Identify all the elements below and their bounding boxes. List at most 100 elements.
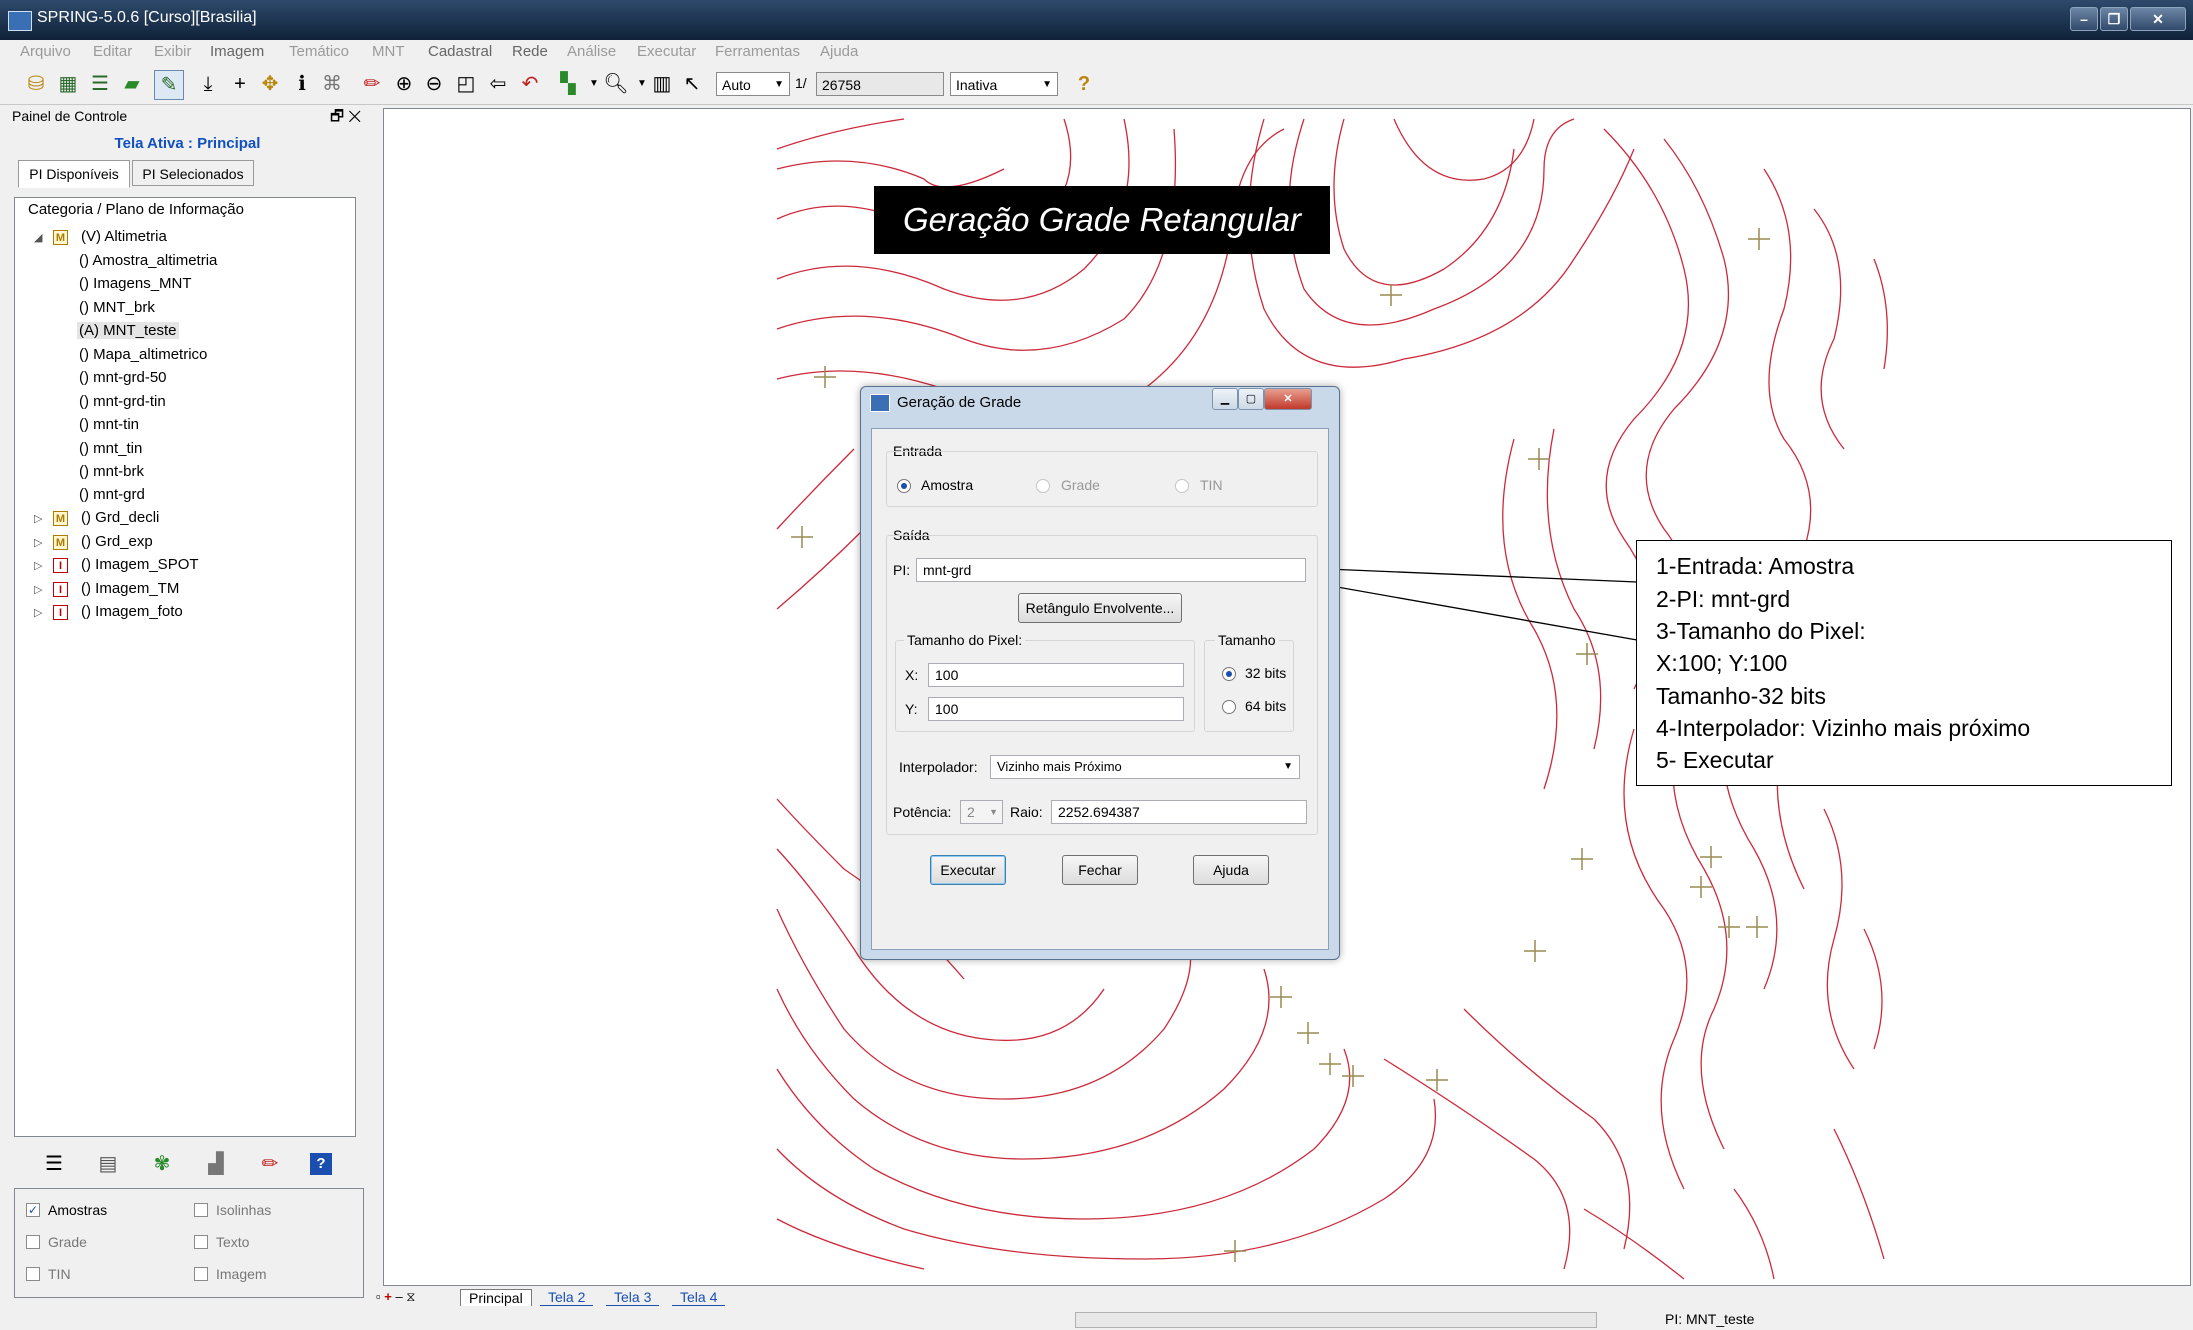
properties-icon[interactable]: ▤ xyxy=(94,1150,122,1178)
tree-item[interactable]: () MNT_brk xyxy=(79,299,155,316)
layers-icon[interactable]: ☰ xyxy=(86,70,114,98)
project-icon[interactable]: ▦ xyxy=(54,70,82,98)
collapsed-arrow-icon[interactable]: ▷ xyxy=(34,536,42,549)
help-button[interactable]: Ajuda xyxy=(1193,855,1269,885)
bounding-rectangle-button[interactable]: Retângulo Envolvente... xyxy=(1018,593,1182,623)
magnifier-icon[interactable]: 🔍︎ xyxy=(602,70,630,98)
expanded-arrow-icon[interactable]: ◢ xyxy=(34,231,42,244)
tree-item[interactable]: () mnt-brk xyxy=(79,463,144,480)
tree-item[interactable]: () mnt-grd-tin xyxy=(79,393,166,410)
select-cursor-icon[interactable]: ↖ xyxy=(678,70,706,98)
radio-grade[interactable] xyxy=(1036,479,1050,493)
checkbox-isolinhas[interactable] xyxy=(194,1203,208,1217)
status-select[interactable]: Inativa ▼ xyxy=(950,72,1058,96)
menu-cadastral[interactable]: Cadastral xyxy=(428,43,492,60)
draw-icon[interactable]: ✎ xyxy=(154,70,184,100)
tree-item-active[interactable]: (A) MNT_teste xyxy=(77,322,179,339)
zoom-out-icon[interactable]: ⊖ xyxy=(420,70,448,98)
tree-item[interactable]: () mnt-grd xyxy=(79,486,145,503)
close-button[interactable]: Fechar xyxy=(1062,855,1138,885)
tab-tela-3[interactable]: Tela 3 xyxy=(606,1289,660,1306)
menu-ajuda[interactable]: Ajuda xyxy=(820,43,858,60)
checkbox-texto[interactable] xyxy=(194,1235,208,1249)
radio-label: 64 bits xyxy=(1245,698,1287,714)
tab-tela-4[interactable]: Tela 4 xyxy=(672,1289,726,1306)
tag-icon[interactable]: ⌘ xyxy=(318,70,346,98)
menu-arquivo[interactable]: Arquivo xyxy=(20,43,71,60)
checkbox-tin[interactable] xyxy=(26,1267,40,1281)
menu-editar[interactable]: Editar xyxy=(93,43,132,60)
menu-rede[interactable]: Rede xyxy=(512,43,548,60)
interpolator-select[interactable]: Vizinho mais Próximo ▼ xyxy=(990,755,1300,779)
menu-imagem[interactable]: Imagem xyxy=(210,43,264,60)
execute-button[interactable]: Executar xyxy=(930,855,1006,885)
checkbox-imagem[interactable] xyxy=(194,1267,208,1281)
edit-icon[interactable]: ✏ xyxy=(256,1150,284,1178)
undo-icon[interactable]: ↶ xyxy=(516,70,544,98)
pixel-y-input[interactable]: 100 xyxy=(928,697,1184,721)
checkbox-amostras[interactable]: ✓ xyxy=(26,1203,40,1217)
database-icon[interactable]: ⛁ xyxy=(22,70,50,98)
pi-name-input[interactable]: mnt-grd xyxy=(916,558,1306,582)
menu-tematico[interactable]: Temático xyxy=(289,43,349,60)
minimize-icon[interactable]: – xyxy=(2070,7,2098,31)
tree-item[interactable]: () mnt-grd-50 xyxy=(79,369,167,386)
menu-exibir[interactable]: Exibir xyxy=(154,43,192,60)
grid-icon[interactable]: ▥ xyxy=(648,70,676,98)
pixel-x-input[interactable]: 100 xyxy=(928,663,1184,687)
screen-tab-controls-icon[interactable]: ▫ + – ⧖ xyxy=(376,1289,415,1305)
menu-executar[interactable]: Executar xyxy=(637,43,696,60)
radio-32-bits[interactable] xyxy=(1222,667,1236,681)
dialog-maximize-icon[interactable]: ▢ xyxy=(1238,388,1264,410)
radio-tin[interactable] xyxy=(1175,479,1189,493)
raio-label: Raio: xyxy=(1010,804,1043,820)
info-icon[interactable]: ℹ xyxy=(288,70,316,98)
tab-pi-disponiveis[interactable]: PI Disponíveis xyxy=(18,160,130,188)
potencia-select[interactable]: 2 ▼ xyxy=(960,800,1003,824)
restore-icon[interactable]: ❐ xyxy=(2100,7,2128,31)
pencil-icon[interactable]: ✏ xyxy=(358,70,386,98)
help-icon[interactable]: ? xyxy=(1070,70,1098,98)
checkbox-grade[interactable] xyxy=(26,1235,40,1249)
collapsed-arrow-icon[interactable]: ▷ xyxy=(34,606,42,619)
panel-float-close-icon[interactable]: 🗗 ✕ xyxy=(330,106,361,131)
dialog-title: Geração de Grade xyxy=(897,394,1022,411)
visual-icon[interactable]: ✾ xyxy=(148,1150,176,1178)
polygon-icon[interactable]: ▰ xyxy=(118,70,146,98)
status-select-value: Inativa xyxy=(956,77,998,93)
cursor-plus-icon[interactable]: + xyxy=(226,70,254,98)
tree-item[interactable]: () mnt_tin xyxy=(79,440,142,457)
radio-64-bits[interactable] xyxy=(1222,700,1236,714)
dialog-close-icon[interactable]: ✕ xyxy=(1264,388,1312,410)
tab-tela-2[interactable]: Tela 2 xyxy=(540,1289,594,1306)
tree-item[interactable]: () Amostra_altimetria xyxy=(79,252,217,269)
back-icon[interactable]: ⇦ xyxy=(484,70,512,98)
radio-amostra[interactable] xyxy=(897,479,911,493)
pan-icon[interactable]: ✥ xyxy=(256,70,284,98)
collapsed-arrow-icon[interactable]: ▷ xyxy=(34,512,42,525)
tree-item[interactable]: () mnt-tin xyxy=(79,416,139,433)
close-icon[interactable]: ✕ xyxy=(2130,7,2186,31)
chart-icon[interactable]: ▟ xyxy=(202,1150,230,1178)
menu-mnt[interactable]: MNT xyxy=(372,43,405,60)
x-label: X: xyxy=(905,667,919,683)
list-icon[interactable]: ☰ xyxy=(40,1150,68,1178)
sample-marker xyxy=(1224,1240,1246,1262)
scale-mode-select[interactable]: Auto ▼ xyxy=(716,72,790,96)
zoom-in-icon[interactable]: ⊕ xyxy=(390,70,418,98)
raio-input[interactable]: 2252.694387 xyxy=(1051,800,1307,824)
dialog-minimize-icon[interactable]: ▁ xyxy=(1212,388,1238,410)
menu-ferramentas[interactable]: Ferramentas xyxy=(715,43,800,60)
tab-pi-selecionados[interactable]: PI Selecionados xyxy=(132,160,254,186)
collapsed-arrow-icon[interactable]: ▷ xyxy=(34,559,42,572)
help-icon[interactable]: ? xyxy=(310,1153,332,1175)
zoom-area-icon[interactable]: ◰ xyxy=(452,70,480,98)
tree-item[interactable]: () Mapa_altimetrico xyxy=(79,346,207,363)
import-icon[interactable]: ⤓ xyxy=(194,70,222,98)
scale-value-field[interactable]: 26758 xyxy=(816,72,944,96)
tree-item[interactable]: () Imagens_MNT xyxy=(79,275,192,292)
menu-analise[interactable]: Análise xyxy=(567,43,616,60)
tab-principal[interactable]: Principal xyxy=(460,1289,532,1306)
legend-icon[interactable]: ▚ xyxy=(554,70,582,98)
collapsed-arrow-icon[interactable]: ▷ xyxy=(34,583,42,596)
